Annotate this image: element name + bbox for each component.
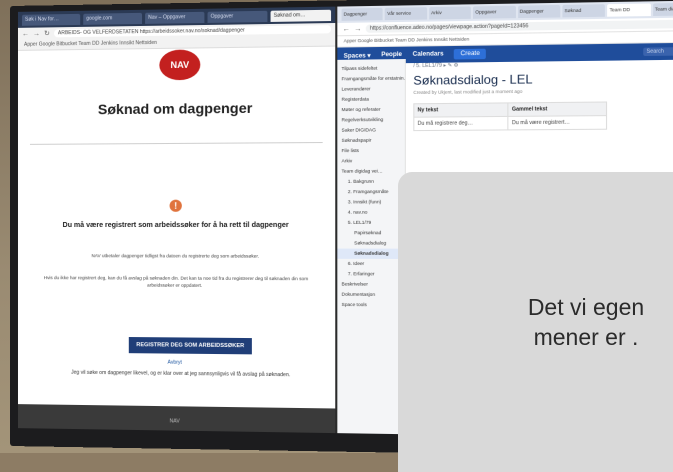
forward-icon[interactable]: → bbox=[33, 30, 40, 37]
right-tab[interactable]: Arkiv bbox=[428, 6, 471, 20]
people-link[interactable]: People bbox=[381, 52, 402, 58]
sidebar-item[interactable]: Søknadspapir bbox=[337, 135, 404, 146]
right-address-input[interactable]: https://confluence.adeo.no/pages/viewpag… bbox=[365, 19, 673, 33]
sidebar-item[interactable]: Framgangsmåte for erstatnin… bbox=[337, 73, 405, 84]
sidebar-item[interactable]: Dokumentasjon bbox=[337, 290, 404, 301]
spaces-menu[interactable]: Spaces ▾ bbox=[344, 52, 371, 60]
table-cell: Du må være registrert… bbox=[508, 115, 607, 130]
right-tab[interactable]: Oppgaver bbox=[473, 5, 516, 19]
sidebar-item[interactable]: Papirsøknad bbox=[337, 228, 404, 238]
footer-logo: NAV bbox=[169, 418, 180, 425]
sidebar-item[interactable]: Leverandører bbox=[337, 84, 404, 95]
right-tab-active[interactable]: Team DD bbox=[607, 3, 651, 17]
sidebar-item[interactable]: Søknadsdialog bbox=[337, 238, 404, 248]
table-header: Gammel tekst bbox=[508, 102, 607, 117]
table-header: Ny tekst bbox=[413, 102, 509, 118]
overlay-caption-text: Det vi egen mener er . bbox=[456, 292, 673, 352]
confluence-page: / 5. LEL1/79 ▸ ✎ ⚙ Søknadsdialog - LEL C… bbox=[413, 60, 673, 132]
overlay-caption-card: Det vi egen mener er . bbox=[398, 172, 673, 472]
right-tab[interactable]: Søknad bbox=[562, 4, 606, 18]
sidebar-item[interactable]: 3. Innsikt (funn) bbox=[337, 197, 404, 207]
back-icon[interactable]: ← bbox=[343, 25, 350, 32]
back-icon[interactable]: ← bbox=[22, 30, 29, 37]
sidebar-item[interactable]: Registerdata bbox=[337, 94, 404, 105]
right-tab[interactable]: Dagpenger bbox=[341, 7, 383, 21]
sidebar-item[interactable]: File lists bbox=[337, 146, 404, 157]
calendars-link[interactable]: Calendars bbox=[413, 51, 444, 58]
sidebar-item[interactable]: Arkiv bbox=[337, 156, 404, 167]
right-tab[interactable]: Dagpenger bbox=[517, 4, 561, 19]
page-title: Søknadsdialog - LEL bbox=[413, 71, 533, 88]
cancel-link[interactable]: Avbryt bbox=[18, 358, 335, 367]
sidebar-item[interactable]: 6. Ideer bbox=[337, 259, 404, 269]
left-page-content: Søknad om dagpenger bbox=[18, 99, 335, 145]
search-input[interactable]: Search bbox=[643, 46, 673, 57]
caption-line-1: Det vi egen bbox=[527, 294, 645, 320]
sidebar-item[interactable]: 4. nav.no bbox=[337, 207, 404, 217]
sidebar-item[interactable]: Beskrivelser bbox=[337, 279, 404, 290]
caption-line-2: mener er . bbox=[533, 324, 639, 350]
left-tab[interactable]: Nav – Oppgaver bbox=[145, 11, 205, 24]
left-tab[interactable]: google.com bbox=[83, 12, 143, 25]
page-footer: NAV bbox=[17, 404, 336, 434]
nav-logo: NAV bbox=[159, 49, 201, 81]
sidebar-item[interactable]: Space tools bbox=[337, 300, 404, 311]
sidebar-item-active[interactable]: Søknadsdialog bbox=[337, 248, 405, 259]
register-jobseeker-button[interactable]: REGISTRER DEG SOM ARBEIDSSØKER bbox=[128, 337, 252, 355]
sidebar-item[interactable]: Saker DIGIDAG bbox=[337, 125, 404, 136]
sidebar-item[interactable]: 5. LEL1/79 bbox=[337, 218, 404, 228]
page-metadata: Created by Ukjent, last modified just a … bbox=[413, 88, 523, 96]
sidebar-item[interactable]: 7. Erfaringer bbox=[337, 269, 404, 280]
warning-heading: Du må være registrert som arbeidssøker f… bbox=[62, 221, 289, 230]
forward-icon[interactable]: → bbox=[354, 25, 361, 32]
sidebar-item[interactable]: Møter og referater bbox=[337, 104, 404, 115]
page-title: Søknad om dagpenger bbox=[97, 99, 253, 118]
sidebar-item[interactable]: Tilpass sidefeltet bbox=[337, 63, 404, 74]
table-cell: Du må registrere deg… bbox=[413, 116, 509, 131]
sidebar-item[interactable]: 2. Framgangsmåte bbox=[337, 187, 404, 197]
comparison-table: Ny tekst Gammel tekst Du må registrere d… bbox=[413, 101, 607, 131]
info-paragraph: NAV utbetaler dagpenger tidligst fra dat… bbox=[91, 253, 260, 259]
sidebar-item[interactable]: 1. Bakgrunn bbox=[337, 177, 404, 188]
info-paragraph: Hvis du ikke har registrert deg, kan du … bbox=[43, 275, 309, 288]
left-browser-window: Søk i Nav for… google.com Nav – Oppgaver… bbox=[17, 6, 338, 434]
left-tab[interactable]: Søk i Nav for… bbox=[21, 13, 81, 26]
continue-anyway-link[interactable]: Jeg vil søke om dagpenger likevel, og er… bbox=[68, 369, 293, 380]
space-sidebar: Tilpass sidefeltet Framgangsmåte for ers… bbox=[337, 59, 406, 435]
sidebar-item[interactable]: Regelverksutvikling bbox=[337, 115, 404, 126]
right-tab[interactable]: Vår service bbox=[385, 7, 427, 21]
title-divider bbox=[29, 142, 323, 145]
right-tab[interactable]: Team dialog bbox=[652, 2, 673, 17]
warning-icon: ! bbox=[169, 199, 182, 212]
left-tab[interactable]: Oppgaver bbox=[207, 10, 268, 23]
table-row: Du må registrere deg… Du må være registr… bbox=[413, 115, 607, 131]
left-tab-active[interactable]: Søknad om… bbox=[270, 9, 332, 22]
create-button[interactable]: Create bbox=[454, 48, 487, 60]
sidebar-item[interactable]: Team digidag vei… bbox=[337, 166, 404, 177]
reload-icon[interactable]: ↻ bbox=[44, 29, 50, 37]
